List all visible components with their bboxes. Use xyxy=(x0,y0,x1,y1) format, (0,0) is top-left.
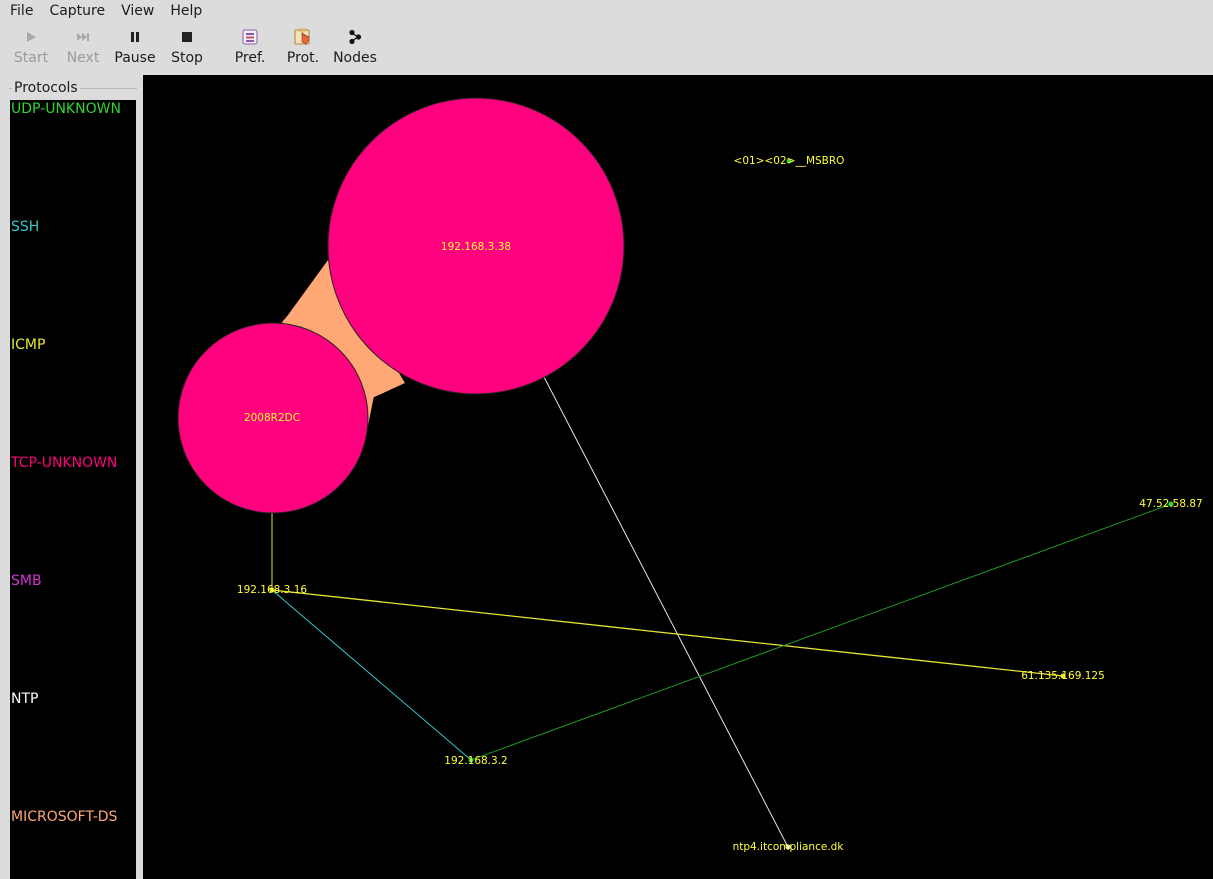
label-61-135-169-125: 61.135.169.125 xyxy=(1021,670,1105,682)
protocol-tcp-unknown[interactable]: TCP-UNKNOWN xyxy=(11,455,117,471)
label-192-168-3-2: 192.168.3.2 xyxy=(444,755,507,767)
protocol-icmp[interactable]: ICMP xyxy=(11,337,45,353)
start-label: Start xyxy=(13,50,49,66)
nodes-button[interactable]: Nodes xyxy=(333,24,377,70)
protocol-udp-unknown[interactable]: UDP-UNKNOWN xyxy=(11,101,121,117)
pref-label: Pref. xyxy=(234,50,266,66)
link-ntp[interactable] xyxy=(543,376,789,848)
menu-help[interactable]: Help xyxy=(164,3,208,19)
menu-view[interactable]: View xyxy=(115,3,160,19)
start-button[interactable]: Start xyxy=(14,24,48,70)
label-192-168-3-16: 192.168.3.16 xyxy=(237,584,307,596)
protocol-microsoft-ds[interactable]: MICROSOFT-DS xyxy=(11,809,117,825)
protocols-button[interactable]: Prot. xyxy=(285,24,321,70)
label-ntp4: ntp4.itcompliance.dk xyxy=(733,841,845,853)
link-icmp-external[interactable] xyxy=(271,589,1064,677)
next-label: Next xyxy=(66,50,100,66)
protocol-ntp[interactable]: NTP xyxy=(11,691,38,707)
label-192-168-3-38: 192.168.3.38 xyxy=(441,241,511,253)
preferences-icon xyxy=(242,26,258,48)
pause-button[interactable]: Pause xyxy=(114,24,156,70)
link-ssh[interactable] xyxy=(271,589,472,761)
stop-icon xyxy=(182,26,192,48)
label-msbro: <01><02>__MSBRO xyxy=(734,155,845,167)
preferences-button[interactable]: Pref. xyxy=(233,24,267,70)
next-button[interactable]: Next xyxy=(66,24,100,70)
toolbar: Start Next Pause Stop Pref. Prot. Nodes xyxy=(0,24,1213,72)
nodes-label: Nodes xyxy=(333,50,377,66)
pause-label: Pause xyxy=(114,50,156,66)
network-graph-canvas[interactable]: 192.168.3.38 2008R2DC <01><02>__MSBRO 47… xyxy=(143,75,1213,879)
menu-file[interactable]: File xyxy=(4,3,39,19)
protocols-icon xyxy=(294,26,312,48)
nodes-icon xyxy=(347,26,363,48)
protocol-ssh[interactable]: SSH xyxy=(11,219,39,235)
stop-label: Stop xyxy=(171,50,203,66)
network-graph: 192.168.3.38 2008R2DC <01><02>__MSBRO 47… xyxy=(177,97,1203,853)
label-2008r2dc: 2008R2DC xyxy=(244,412,300,424)
play-icon xyxy=(25,26,37,48)
etherape-window: File Capture View Help Start Next Pause xyxy=(0,0,1213,879)
label-47-52-58-87: 47.52.58.87 xyxy=(1139,498,1202,510)
protocol-smb[interactable]: SMB xyxy=(11,573,42,589)
protocols-title: Protocols xyxy=(12,80,80,96)
menu-capture[interactable]: Capture xyxy=(43,3,111,19)
stop-button[interactable]: Stop xyxy=(170,24,204,70)
pause-icon xyxy=(130,26,140,48)
prot-label: Prot. xyxy=(286,50,320,66)
link-udp-unknown[interactable] xyxy=(470,503,1172,761)
protocols-list: UDP-UNKNOWN SSH ICMP TCP-UNKNOWN SMB NTP… xyxy=(10,100,136,879)
skip-next-icon xyxy=(76,26,90,48)
menubar: File Capture View Help xyxy=(0,0,1213,22)
